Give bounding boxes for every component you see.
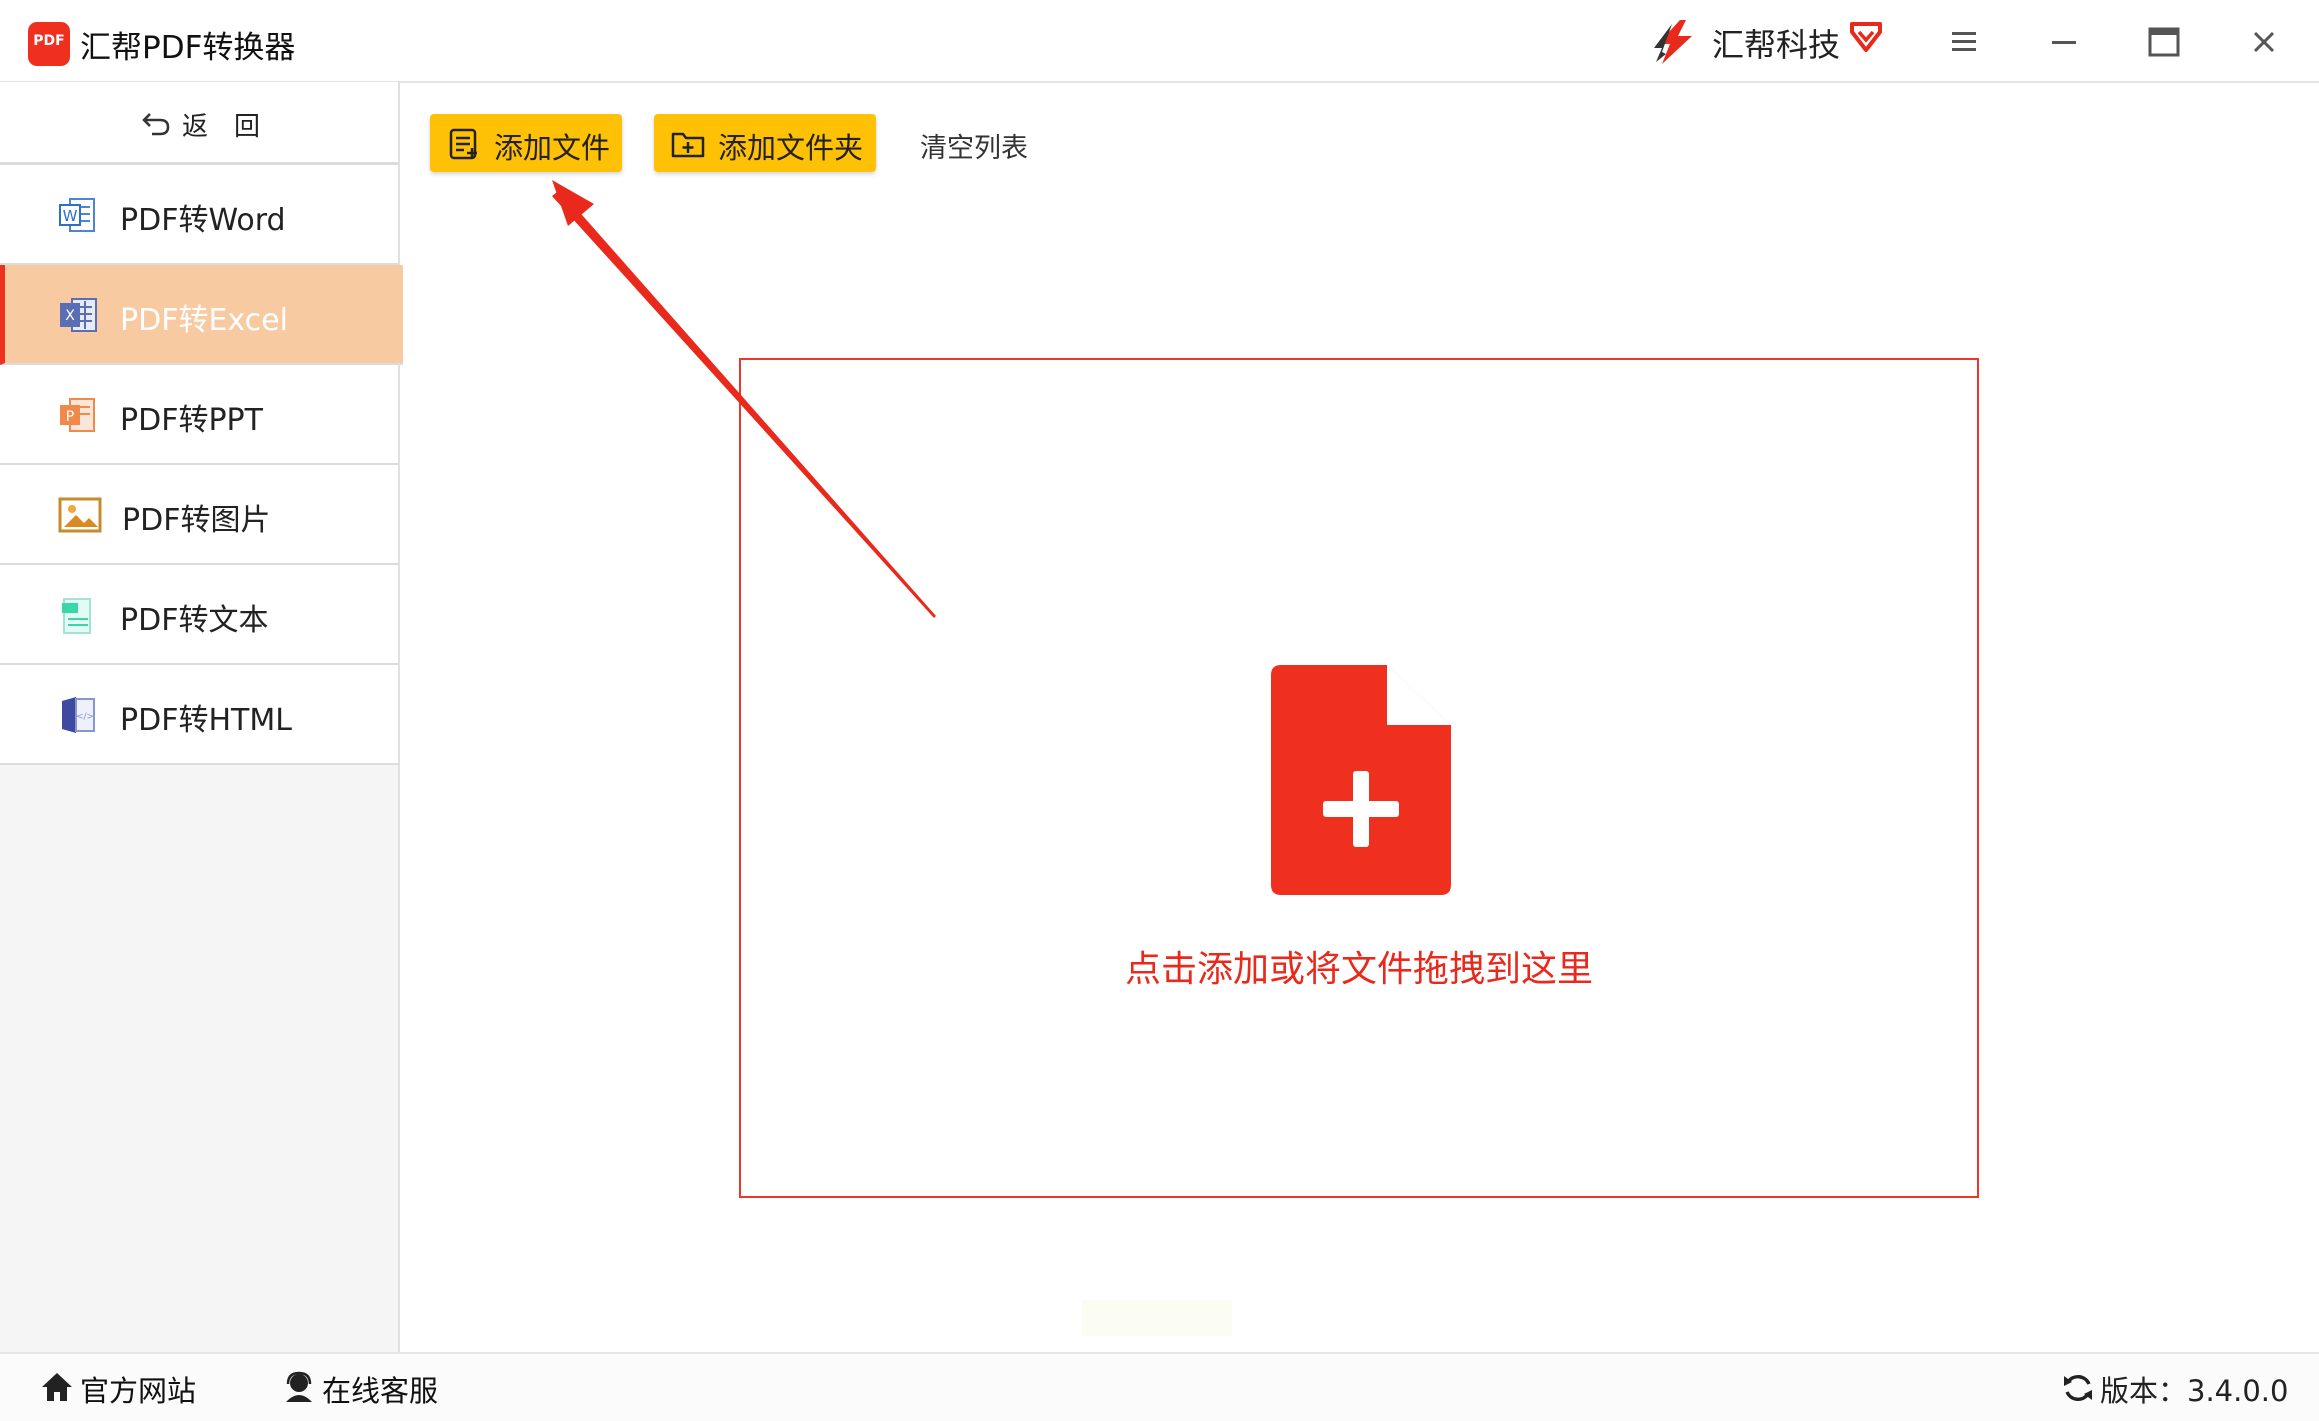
nav-label: PDF转PPT xyxy=(120,403,263,438)
vip-diamond-icon[interactable] xyxy=(1848,20,1884,58)
excel-icon: X xyxy=(58,295,98,335)
nav-item-pdf-to-excel[interactable]: X PDF转Excel xyxy=(0,265,403,365)
nav-item-pdf-to-ppt[interactable]: P PDF转PPT xyxy=(0,365,398,465)
customer-service-icon xyxy=(282,1371,316,1410)
add-folder-label: 添加文件夹 xyxy=(718,131,864,165)
add-file-button[interactable]: 添加文件 xyxy=(430,114,622,172)
add-folder-button[interactable]: 添加文件夹 xyxy=(654,114,876,172)
nav-label: PDF转文本 xyxy=(120,603,269,638)
nav-item-pdf-to-word[interactable]: W PDF转Word xyxy=(0,165,398,265)
minimize-icon[interactable] xyxy=(2042,20,2086,64)
brand-logo-icon xyxy=(1650,18,1700,70)
refresh-icon xyxy=(2062,1372,2094,1411)
nav-item-pdf-to-image[interactable]: PDF转图片 xyxy=(0,465,398,565)
html-book-icon: </> xyxy=(58,695,98,735)
clear-list-button[interactable]: 清空列表 xyxy=(920,126,1028,165)
nav-label: PDF转HTML xyxy=(120,703,292,738)
svg-text:X: X xyxy=(65,308,75,324)
image-icon xyxy=(58,495,102,535)
svg-text:W: W xyxy=(63,207,78,225)
drop-zone-hint: 点击添加或将文件拖拽到这里 xyxy=(1124,949,1593,990)
add-file-icon xyxy=(446,126,482,166)
close-icon[interactable] xyxy=(2242,20,2286,64)
app-logo-icon: PDF xyxy=(28,22,70,66)
nav-item-pdf-to-text[interactable]: PDF转文本 xyxy=(0,565,398,665)
nav-label: PDF转Excel xyxy=(120,303,288,338)
ppt-icon: P xyxy=(58,395,98,435)
app-title: 汇帮PDF转换器 xyxy=(80,30,296,66)
word-icon: W xyxy=(58,195,98,235)
status-bar: 官方网站 在线客服 版本：3.4.0.0 xyxy=(0,1352,2319,1421)
add-document-icon xyxy=(1271,665,1451,899)
maximize-icon[interactable] xyxy=(2142,20,2186,64)
sidebar: 返回 W PDF转Word X PDF转Excel P PDF转PPT PDF转… xyxy=(0,82,403,1352)
brand-name: 汇帮科技 xyxy=(1712,26,1841,64)
back-button[interactable]: 返回 xyxy=(0,82,398,165)
nav-label: PDF转图片 xyxy=(122,503,271,538)
app-logo-text: PDF xyxy=(33,33,65,49)
text-doc-icon xyxy=(58,595,98,635)
back-arrow-icon xyxy=(140,108,172,140)
menu-icon[interactable] xyxy=(1942,20,1986,64)
title-bar: PDF 汇帮PDF转换器 汇帮科技 xyxy=(0,0,2319,83)
add-folder-icon xyxy=(670,126,706,166)
nav-label: PDF转Word xyxy=(120,203,286,238)
support-label: 在线客服 xyxy=(322,1374,439,1408)
faint-placeholder xyxy=(1082,1300,1232,1336)
version-label: 版本：3.4.0.0 xyxy=(2100,1374,2289,1408)
svg-text:P: P xyxy=(66,409,74,425)
back-label: 返回 xyxy=(182,112,287,142)
home-icon xyxy=(40,1371,74,1410)
nav-item-pdf-to-html[interactable]: </> PDF转HTML xyxy=(0,665,398,765)
website-label: 官方网站 xyxy=(80,1374,197,1408)
add-file-label: 添加文件 xyxy=(494,131,611,165)
svg-text:</>: </> xyxy=(76,712,94,722)
file-drop-zone[interactable]: 点击添加或将文件拖拽到这里 xyxy=(739,358,1979,1198)
